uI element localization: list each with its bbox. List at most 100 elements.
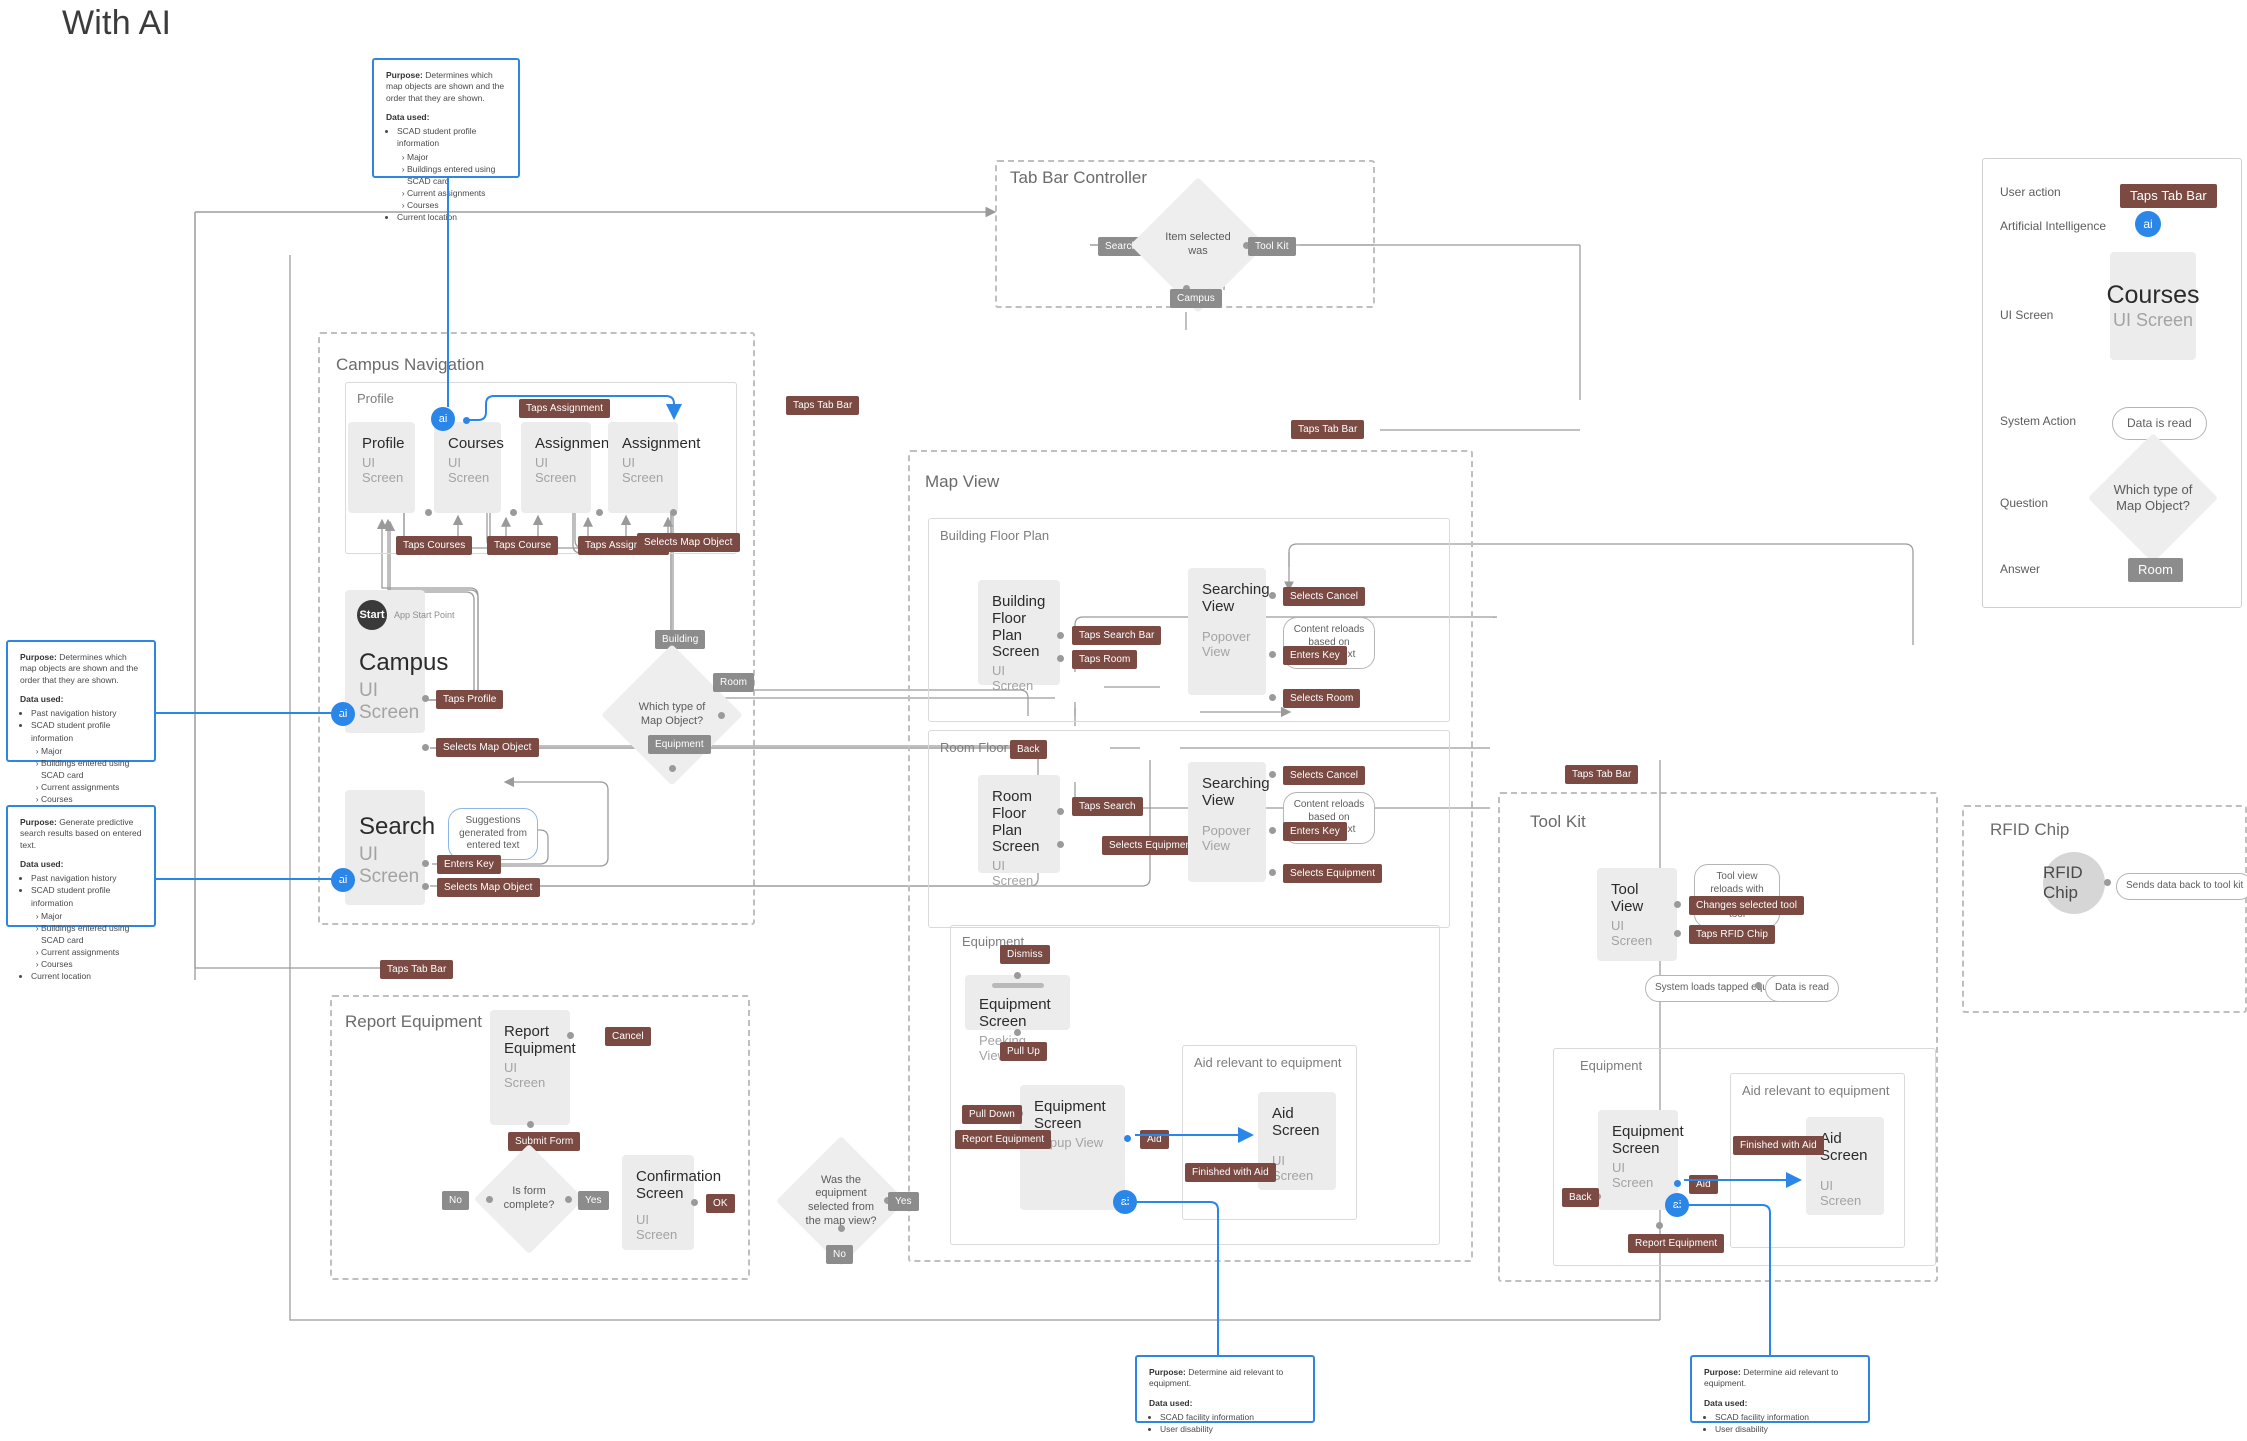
screen-confirmation-title: Confirmation Screen bbox=[636, 1168, 722, 1202]
ai-node-profile[interactable]: ai bbox=[431, 407, 455, 431]
ai-note-tool-aid-data-label: Data used: bbox=[1704, 1397, 1748, 1408]
action-selects-cancel-rf: Selects Cancel bbox=[1283, 766, 1366, 785]
answer-no-form: No bbox=[442, 1191, 469, 1210]
action-taps-rfid-chip: Taps RFID Chip bbox=[1689, 925, 1775, 944]
answer-equipment: Equipment bbox=[648, 735, 711, 754]
screen-aid-title: Aid Screen bbox=[1272, 1105, 1320, 1139]
node-dot bbox=[1269, 771, 1276, 778]
action-dismiss: Dismiss bbox=[1000, 945, 1050, 964]
ai-note-map-aid-list: SCAD facility information User disabilit… bbox=[1149, 1411, 1301, 1435]
screen-tool-view-title: Tool View bbox=[1611, 881, 1644, 915]
screen-building-floor-plan[interactable]: Building Floor Plan Screen UI Screen bbox=[978, 580, 1060, 693]
legend-label-question: Question bbox=[2000, 496, 2049, 510]
screen-building-floor-plan-title: Building Floor Plan Screen bbox=[992, 593, 1046, 661]
legend-label-answer: Answer bbox=[2000, 562, 2041, 576]
action-selects-equipment-rf: Selects Equipment bbox=[1102, 836, 1202, 855]
screen-profile[interactable]: Profile UI Screen bbox=[348, 422, 415, 513]
group-label-profile: Profile bbox=[357, 391, 394, 406]
node-dot bbox=[596, 509, 603, 516]
legend-sample-ui-screen-title: Courses bbox=[2106, 281, 2200, 309]
screen-assignment-title: Assignment bbox=[622, 435, 701, 452]
legend-sample-answer: Room bbox=[2128, 558, 2184, 583]
peek-handle[interactable] bbox=[991, 983, 1044, 988]
ai-note-map-aid-purpose: Purpose: Determine aid relevant to equip… bbox=[1149, 1367, 1284, 1389]
node-dot bbox=[1269, 827, 1276, 834]
screen-tk-equipment-subtitle: UI Screen bbox=[1612, 1159, 1654, 1190]
screen-profile-subtitle: UI Screen bbox=[362, 454, 404, 485]
group-label-tab-bar-controller: Tab Bar Controller bbox=[1010, 168, 1148, 187]
ai-note-top: Purpose: Determines which map objects ar… bbox=[372, 58, 520, 222]
ai-note-tool-aid-purpose: Purpose: Determine aid relevant to equip… bbox=[1704, 1367, 1839, 1389]
action-submit-form: Submit Form bbox=[508, 1132, 581, 1151]
screen-assignments-title: Assignments bbox=[535, 435, 621, 452]
answer-yes-map: Yes bbox=[888, 1192, 919, 1211]
screen-tk-equipment[interactable]: Equipment Screen UI Screen bbox=[1598, 1110, 1684, 1210]
screen-assignment[interactable]: Assignment UI Screen bbox=[608, 422, 701, 513]
screen-confirmation[interactable]: Confirmation Screen UI Screen bbox=[622, 1155, 722, 1250]
ai-node-equipment-popup[interactable]: ai bbox=[1113, 1190, 1137, 1214]
system-action-sends-data-back: Sends data back to tool kit bbox=[2116, 873, 2247, 900]
answer-yes-form: Yes bbox=[578, 1191, 609, 1210]
action-taps-search-rf: Taps Search bbox=[1072, 797, 1143, 816]
legend-sample-ai: ai bbox=[2135, 211, 2161, 237]
ai-node-search[interactable]: ai bbox=[331, 868, 355, 892]
action-pull-down: Pull Down bbox=[962, 1105, 1022, 1124]
group-label-building-floor-plan: Building Floor Plan bbox=[940, 528, 1050, 543]
action-report-equipment: Report Equipment bbox=[955, 1130, 1052, 1149]
screen-search[interactable]: Search UI Screen bbox=[345, 790, 435, 905]
question-form-complete-text: Is form complete? bbox=[503, 1185, 555, 1211]
system-action-data-is-read: Data is read bbox=[1765, 975, 1839, 1002]
action-tk-aid: Aid bbox=[1689, 1175, 1718, 1194]
screen-room-floor-plan-subtitle: UI Screen bbox=[992, 858, 1034, 889]
screen-assignments[interactable]: Assignments UI Screen bbox=[521, 422, 621, 513]
action-changes-selected-tool: Changes selected tool bbox=[1689, 896, 1805, 915]
node-dot bbox=[1674, 901, 1681, 908]
node-dot bbox=[1674, 930, 1681, 937]
screen-report-equipment[interactable]: Report Equipment UI Screen bbox=[490, 1010, 576, 1125]
node-dot bbox=[1057, 655, 1064, 662]
node-dot bbox=[422, 744, 429, 751]
action-taps-course: Taps Course bbox=[487, 536, 559, 555]
screen-report-equipment-title: Report Equipment bbox=[504, 1023, 576, 1057]
question-item-selected-text: Item selected was bbox=[1165, 231, 1231, 257]
action-tk-back: Back bbox=[1562, 1188, 1599, 1207]
screen-report-equipment-subtitle: UI Screen bbox=[504, 1059, 546, 1090]
ai-note-top-data-label: Data used: bbox=[386, 112, 430, 123]
action-enters-key-rf: Enters Key bbox=[1283, 822, 1347, 841]
screen-assignments-subtitle: UI Screen bbox=[535, 454, 577, 485]
node-dot bbox=[691, 1199, 698, 1206]
screen-room-searching-view[interactable]: Searching View Popover View bbox=[1188, 762, 1270, 882]
legend-sample-question: Which type of Map Object? bbox=[2087, 432, 2219, 564]
group-label-report-equipment: Report Equipment bbox=[345, 1012, 483, 1031]
screen-building-searching-view-title: Searching View bbox=[1202, 581, 1270, 615]
action-tk-finished-with-aid: Finished with Aid bbox=[1733, 1136, 1824, 1155]
ai-node-campus[interactable]: ai bbox=[331, 702, 355, 726]
screen-building-searching-view[interactable]: Searching View Popover View bbox=[1188, 568, 1270, 695]
action-enters-key-search: Enters Key bbox=[437, 855, 501, 874]
action-finished-with-aid: Finished with Aid bbox=[1185, 1163, 1276, 1182]
node-dot bbox=[1014, 972, 1021, 979]
ai-node-tk-equipment[interactable]: ai bbox=[1665, 1193, 1689, 1217]
action-taps-assignment-top: Taps Assignment bbox=[519, 399, 611, 418]
group-label-rfid-chip: RFID Chip bbox=[1990, 820, 2070, 839]
answer-campus: Campus bbox=[1170, 289, 1222, 308]
action-selects-map-object-search: Selects Map Object bbox=[437, 878, 540, 897]
answer-room: Room bbox=[713, 673, 755, 692]
screen-tool-view[interactable]: Tool View UI Screen bbox=[1597, 868, 1677, 961]
screen-room-floor-plan[interactable]: Room Floor Plan Screen UI Screen bbox=[978, 775, 1060, 888]
action-selects-room: Selects Room bbox=[1283, 689, 1361, 708]
screen-tk-aid-title: Aid Screen bbox=[1820, 1130, 1868, 1164]
node-rfid-chip: RFID Chip bbox=[2043, 852, 2105, 914]
legend-sample-ui-screen-subtitle: UI Screen bbox=[2112, 310, 2194, 330]
group-label-aid-relevant: Aid relevant to equipment bbox=[1194, 1055, 1342, 1070]
screen-tk-aid[interactable]: Aid Screen UI Screen bbox=[1806, 1117, 1884, 1215]
question-equip-from-map-text: Was the equipment selected from the map … bbox=[805, 1173, 877, 1227]
screen-courses[interactable]: Courses UI Screen bbox=[434, 422, 504, 513]
screen-equipment-peeking-title: Equipment Screen bbox=[979, 996, 1051, 1030]
answer-building: Building bbox=[655, 630, 706, 649]
legend-label-ai: Artificial Intelligence bbox=[2000, 219, 2107, 233]
screen-campus[interactable]: Start App Start Point Campus UI Screen bbox=[345, 590, 455, 733]
screen-profile-title: Profile bbox=[362, 435, 405, 452]
screen-equipment-peeking[interactable]: Equipment Screen Peeking View bbox=[965, 975, 1070, 1062]
action-cancel-report: Cancel bbox=[605, 1027, 651, 1046]
